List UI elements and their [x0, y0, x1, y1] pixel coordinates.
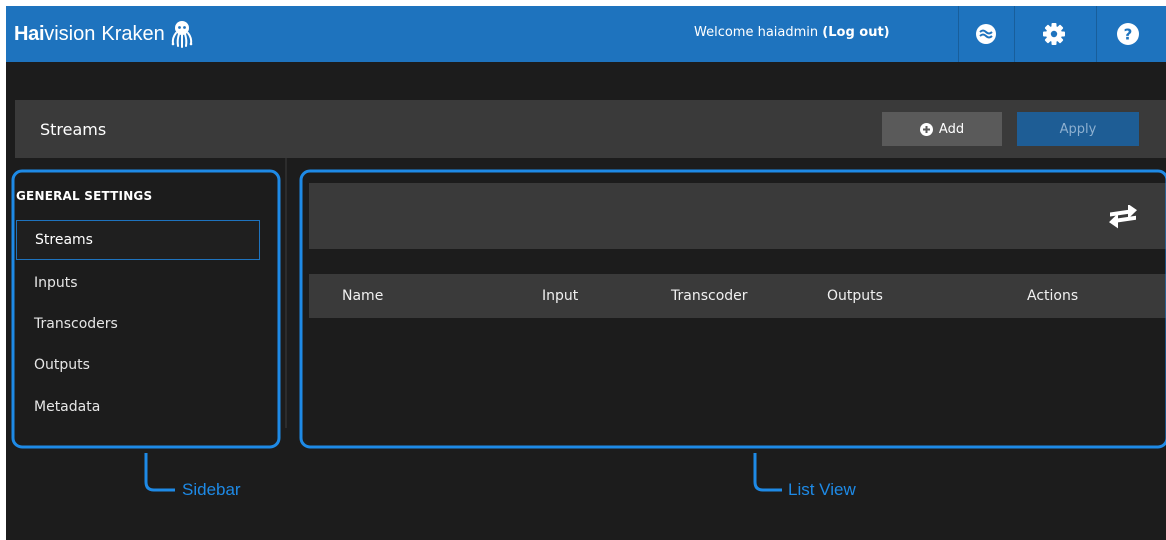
apply-button[interactable]: Apply — [1017, 112, 1139, 146]
sidebar-item-transcoders[interactable]: Transcoders — [16, 304, 260, 344]
apply-button-label: Apply — [1059, 121, 1097, 137]
help-icon[interactable]: ? — [1114, 20, 1142, 48]
brand-bold: Hai — [14, 22, 45, 45]
refresh-icon[interactable] — [1106, 205, 1140, 229]
sidebar-item-label: Inputs — [34, 275, 78, 291]
sidebar-callout-label: Sidebar — [182, 480, 241, 499]
gear-icon[interactable] — [1040, 20, 1068, 48]
haivision-status-icon[interactable] — [972, 20, 1000, 48]
header-divider — [1014, 6, 1015, 62]
sidebar-item-label: Transcoders — [34, 316, 118, 332]
brand-product: Kraken — [101, 22, 165, 45]
brand-regular: vision — [44, 22, 96, 45]
list-view-callout-label: List View — [788, 480, 856, 499]
top-header: Hai vision Kraken Welcome haiadmin (Log ou… — [6, 6, 1166, 62]
column-header-actions: Actions — [1027, 288, 1079, 304]
sidebar-item-outputs[interactable]: Outputs — [16, 345, 260, 385]
column-header-outputs[interactable]: Outputs — [827, 288, 883, 304]
header-divider — [1096, 6, 1097, 62]
sidebar-item-label: Streams — [35, 232, 93, 248]
sidebar-heading: GENERAL SETTINGS — [16, 189, 153, 203]
page-title: Streams — [40, 120, 107, 139]
brand-logo[interactable]: Hai vision Kraken — [14, 20, 195, 48]
plus-circle-icon — [919, 122, 933, 136]
add-button[interactable]: Add — [882, 112, 1002, 146]
logout-link[interactable]: (Log out) — [822, 25, 889, 40]
app-window: Hai vision Kraken Welcome haiadmin (Log ou… — [6, 6, 1166, 540]
sidebar-item-label: Outputs — [34, 357, 90, 373]
sidebar-item-streams[interactable]: Streams — [16, 220, 260, 260]
welcome-text: Welcome haiadmin — [694, 25, 819, 40]
sidebar-divider — [285, 158, 287, 428]
list-toolbar — [309, 183, 1166, 249]
column-header-transcoder[interactable]: Transcoder — [671, 288, 748, 304]
table-header: Name Input Transcoder Outputs Actions — [309, 274, 1166, 318]
header-divider — [958, 6, 959, 62]
sidebar-item-inputs[interactable]: Inputs — [16, 263, 260, 303]
sidebar-item-metadata[interactable]: Metadata — [16, 387, 260, 427]
add-button-label: Add — [938, 121, 965, 137]
welcome-message: Welcome haiadmin (Log out) — [694, 25, 890, 40]
sidebar-item-label: Metadata — [34, 399, 101, 415]
column-header-input[interactable]: Input — [542, 288, 578, 304]
page-titlebar: Streams Add Apply — [15, 100, 1166, 158]
column-header-name[interactable]: Name — [342, 288, 383, 304]
octopus-icon — [171, 21, 193, 48]
svg-text:?: ? — [1124, 26, 1133, 44]
